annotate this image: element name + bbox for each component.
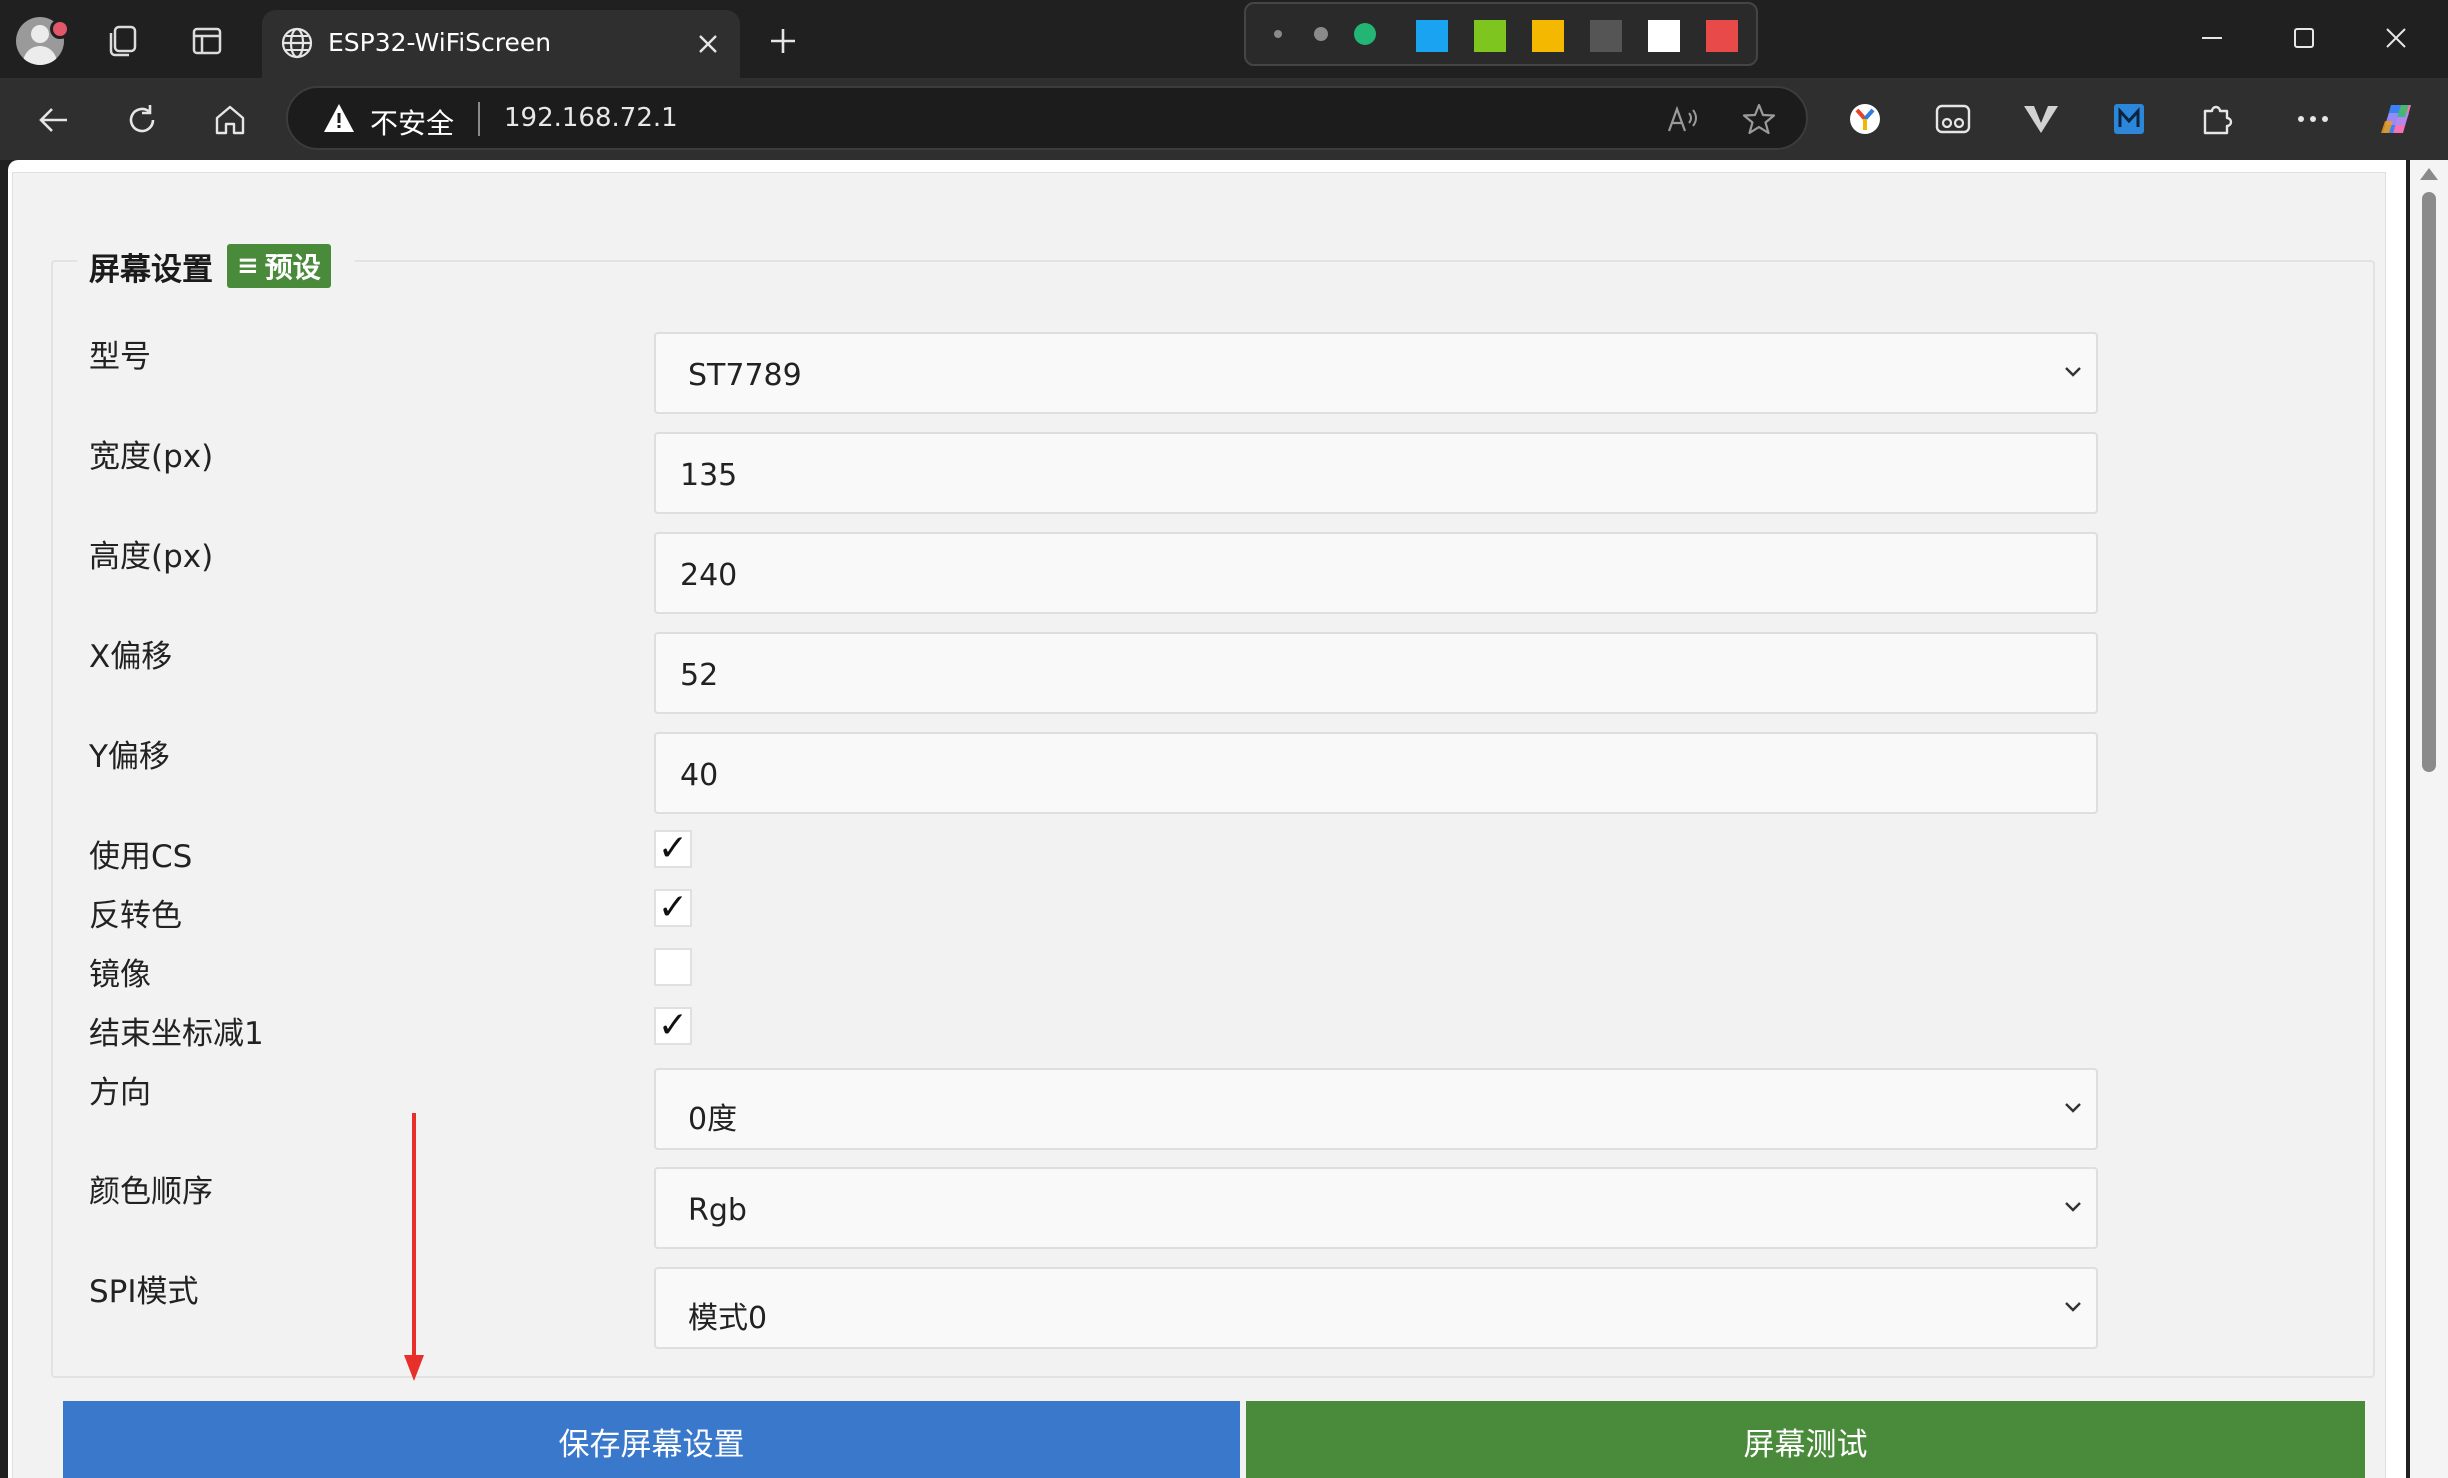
preset-label: 预设: [264, 251, 321, 284]
invert-color-label: 反转色: [89, 898, 182, 934]
y-offset-label: Y偏移: [89, 739, 170, 775]
width-input[interactable]: 135: [654, 432, 2098, 514]
menu-lines-icon: ≡: [237, 251, 259, 281]
minimize-icon[interactable]: [2182, 12, 2242, 64]
mirror-checkbox[interactable]: [654, 948, 692, 986]
width-input-value: 135: [680, 458, 738, 493]
address-divider: [478, 102, 480, 136]
rotation-select[interactable]: 0度: [654, 1068, 2098, 1150]
color-order-select[interactable]: Rgb: [654, 1167, 2098, 1249]
extension-v-icon[interactable]: [2016, 94, 2066, 144]
invert-color-checkbox[interactable]: ✓: [654, 889, 692, 927]
tab-actions-icon[interactable]: [182, 16, 232, 66]
screen-test-button[interactable]: 屏幕测试: [1246, 1401, 2365, 1478]
home-icon[interactable]: [204, 94, 256, 146]
large-dot-icon[interactable]: [1354, 23, 1376, 45]
model-select-value: ST7789: [688, 358, 802, 393]
rotation-select-value: 0度: [688, 1102, 738, 1137]
security-status[interactable]: 不安全: [370, 102, 454, 142]
settings-panel: 屏幕设置 ≡ 预设 型号 宽度(px) 高度(px) X偏移 Y偏移 使用CS …: [12, 172, 2386, 1478]
notification-dot: [50, 19, 70, 39]
height-label: 高度(px): [89, 539, 214, 575]
end-coord-minus-checkbox[interactable]: ✓: [654, 1007, 692, 1045]
use-cs-checkbox[interactable]: ✓: [654, 830, 692, 868]
model-label: 型号: [89, 339, 151, 375]
x-offset-label: X偏移: [89, 639, 173, 675]
close-tab-icon[interactable]: [688, 24, 728, 64]
swatch-red[interactable]: [1706, 20, 1738, 52]
warning-icon[interactable]: [322, 102, 356, 134]
color-order-select-value: Rgb: [688, 1193, 747, 1228]
reader-glasses-icon[interactable]: [1928, 94, 1978, 144]
height-input-value: 240: [680, 558, 738, 593]
chevron-down-icon: [2065, 367, 2081, 377]
spi-mode-label: SPI模式: [89, 1274, 199, 1310]
read-aloud-icon[interactable]: [1662, 98, 1704, 140]
tab-esp32-wifiscreen[interactable]: ESP32-WiFiScreen: [262, 10, 740, 78]
address-bar[interactable]: 不安全 192.168.72.1: [286, 86, 1808, 150]
maximize-icon[interactable]: [2274, 12, 2334, 64]
collections-icon[interactable]: [98, 16, 148, 66]
more-menu-icon[interactable]: [2288, 94, 2338, 144]
swatch-white[interactable]: [1648, 20, 1680, 52]
rotation-label: 方向: [89, 1075, 151, 1111]
swatch-blue[interactable]: [1416, 20, 1448, 52]
copilot-icon[interactable]: [2372, 94, 2422, 144]
model-select[interactable]: ST7789: [654, 332, 2098, 414]
window-close-icon[interactable]: [2366, 12, 2426, 64]
y-offset-input-value: 40: [680, 758, 719, 793]
chevron-down-icon: [2065, 1103, 2081, 1113]
swatch-gray[interactable]: [1590, 20, 1622, 52]
favorite-star-icon[interactable]: [1738, 98, 1780, 140]
section-title: 屏幕设置: [89, 251, 213, 288]
refresh-icon[interactable]: [116, 94, 168, 146]
extension-m-icon[interactable]: [2104, 94, 2154, 144]
scroll-up-arrow-icon[interactable]: [2420, 168, 2438, 180]
url-text[interactable]: 192.168.72.1: [504, 103, 678, 133]
spi-mode-select-value: 模式0: [688, 1301, 768, 1336]
spi-mode-select[interactable]: 模式0: [654, 1267, 2098, 1349]
color-palette-toolbar: [1244, 2, 1758, 66]
save-screen-settings-button[interactable]: 保存屏幕设置: [63, 1401, 1240, 1478]
mirror-label: 镜像: [89, 957, 151, 993]
new-tab-icon[interactable]: [760, 18, 806, 64]
width-label: 宽度(px): [89, 439, 214, 475]
y-offset-input[interactable]: 40: [654, 732, 2098, 814]
chevron-down-icon: [2065, 1202, 2081, 1212]
extension-y-icon[interactable]: [1840, 94, 1890, 144]
end-coord-minus-label: 结束坐标减1: [89, 1016, 264, 1052]
swatch-yellow[interactable]: [1532, 20, 1564, 52]
settings-legend: 屏幕设置 ≡ 预设: [77, 242, 355, 290]
extensions-puzzle-icon[interactable]: [2192, 94, 2242, 144]
scroll-thumb[interactable]: [2422, 192, 2436, 772]
x-offset-input[interactable]: 52: [654, 632, 2098, 714]
globe-icon: [280, 26, 314, 60]
preset-button[interactable]: ≡ 预设: [227, 244, 331, 288]
page-viewport: 屏幕设置 ≡ 预设 型号 宽度(px) 高度(px) X偏移 Y偏移 使用CS …: [8, 160, 2406, 1478]
page-scrollbar[interactable]: [2410, 160, 2448, 1478]
tab-title: ESP32-WiFiScreen: [328, 28, 552, 57]
x-offset-input-value: 52: [680, 658, 719, 693]
back-arrow-icon[interactable]: [28, 94, 80, 146]
color-order-label: 颜色顺序: [89, 1174, 213, 1210]
swatch-green[interactable]: [1474, 20, 1506, 52]
chevron-down-icon: [2065, 1302, 2081, 1312]
height-input[interactable]: 240: [654, 532, 2098, 614]
use-cs-label: 使用CS: [89, 839, 193, 875]
browser-tab-bar: ESP32-WiFiScreen: [0, 0, 2448, 78]
medium-dot-icon[interactable]: [1314, 27, 1328, 41]
small-dot-icon[interactable]: [1274, 30, 1282, 38]
browser-toolbar: 不安全 192.168.72.1: [0, 78, 2448, 160]
